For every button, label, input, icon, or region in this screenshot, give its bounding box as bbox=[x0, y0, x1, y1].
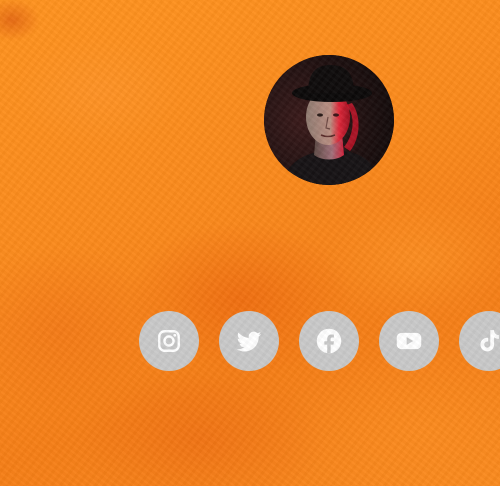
instagram-icon bbox=[158, 330, 180, 352]
tiktok-button[interactable] bbox=[459, 311, 500, 371]
page-background bbox=[0, 0, 500, 486]
facebook-button[interactable] bbox=[299, 311, 359, 371]
avatar bbox=[264, 55, 394, 185]
content-area bbox=[0, 0, 500, 486]
twitter-button[interactable] bbox=[219, 311, 279, 371]
tiktok-icon bbox=[480, 330, 499, 352]
facebook-icon bbox=[316, 328, 342, 354]
youtube-icon bbox=[396, 332, 422, 350]
youtube-button[interactable] bbox=[379, 311, 439, 371]
instagram-button[interactable] bbox=[139, 311, 199, 371]
avatar-photo bbox=[264, 55, 394, 185]
twitter-icon bbox=[236, 331, 262, 352]
